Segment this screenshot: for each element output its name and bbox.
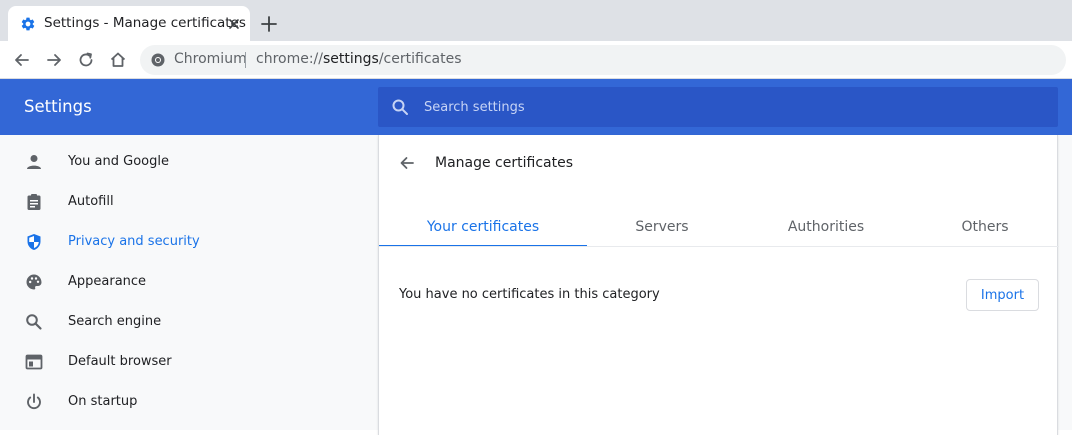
search-icon xyxy=(391,98,409,116)
tab-servers[interactable]: Servers xyxy=(587,207,737,247)
browser-tab-settings[interactable]: Settings - Manage certificates xyxy=(8,6,250,41)
page-title: Settings xyxy=(24,97,92,116)
sidebar-item-label: Default browser xyxy=(68,354,172,369)
sidebar-item-privacy-and-security[interactable]: Privacy and security xyxy=(0,222,360,262)
sidebar-item-on-startup[interactable]: On startup xyxy=(0,382,360,422)
close-icon[interactable] xyxy=(226,16,242,32)
sidebar-item-label: You and Google xyxy=(68,154,169,169)
back-arrow-icon[interactable] xyxy=(12,50,32,70)
tab-strip: Settings - Manage certificates xyxy=(0,0,1072,41)
sidebar-item-label: Search engine xyxy=(68,314,162,329)
tab-others[interactable]: Others xyxy=(915,207,1055,247)
browser-toolbar: Chromium chrome://settings/certificates xyxy=(0,41,1072,79)
section-title: Manage certificates xyxy=(435,155,573,171)
gear-icon xyxy=(20,16,36,32)
new-tab-icon[interactable] xyxy=(260,15,278,33)
empty-state-message: You have no certificates in this categor… xyxy=(399,287,660,302)
tab-authorities[interactable]: Authorities xyxy=(751,207,901,247)
sidebar-item-label: Privacy and security xyxy=(68,234,200,249)
sidebar-item-appearance[interactable]: Appearance xyxy=(0,262,360,302)
sidebar-item-search-engine[interactable]: Search engine xyxy=(0,302,360,342)
manage-certificates-card: Manage certificates Your certificates Se… xyxy=(378,135,1059,435)
forward-arrow-icon[interactable] xyxy=(44,50,64,70)
reload-icon[interactable] xyxy=(76,50,96,70)
url-text: chrome://settings/certificates xyxy=(256,51,462,67)
person-icon xyxy=(24,152,44,172)
browser-window-icon xyxy=(24,352,44,372)
back-arrow-icon[interactable] xyxy=(397,153,417,173)
palette-icon xyxy=(24,272,44,292)
settings-body: You and Google Autofill Privacy and secu… xyxy=(0,135,1072,435)
sidebar-item-label: Autofill xyxy=(68,194,114,209)
sidebar: You and Google Autofill Privacy and secu… xyxy=(0,135,378,430)
import-button[interactable]: Import xyxy=(966,279,1039,311)
sidebar-item-label: Appearance xyxy=(68,274,147,289)
power-icon xyxy=(24,392,44,412)
clipboard-icon xyxy=(24,192,44,212)
tab-your-certificates[interactable]: Your certificates xyxy=(379,207,587,247)
sidebar-item-autofill[interactable]: Autofill xyxy=(0,182,360,222)
url-host: settings xyxy=(323,51,379,67)
search-icon xyxy=(24,312,44,332)
tabs-divider xyxy=(379,246,1059,247)
url-scheme: chrome:// xyxy=(256,51,323,67)
settings-header: Settings xyxy=(0,79,1072,135)
search-box[interactable] xyxy=(378,87,1058,127)
certificate-tabs: Your certificates Servers Authorities Ot… xyxy=(379,207,1059,247)
address-separator xyxy=(245,52,246,68)
site-chip: Chromium xyxy=(174,51,247,67)
chromium-logo-icon xyxy=(150,52,166,68)
home-icon[interactable] xyxy=(108,50,128,70)
tab-title: Settings - Manage certificates xyxy=(44,15,246,31)
shield-icon xyxy=(24,232,44,252)
sidebar-item-you-and-google[interactable]: You and Google xyxy=(0,142,360,182)
search-input[interactable] xyxy=(422,87,1042,127)
url-path: /certificates xyxy=(378,51,462,67)
address-bar[interactable]: Chromium chrome://settings/certificates xyxy=(140,45,1066,75)
sidebar-item-default-browser[interactable]: Default browser xyxy=(0,342,360,382)
sidebar-item-label: On startup xyxy=(68,394,138,409)
